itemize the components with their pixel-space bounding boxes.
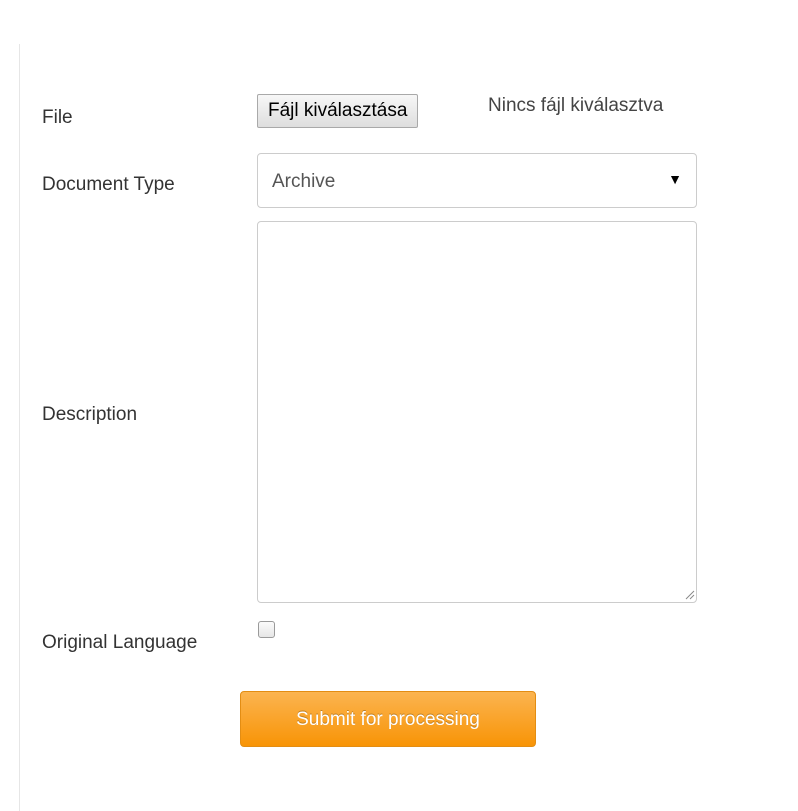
original-language-label: Original Language <box>42 632 198 653</box>
upload-form-page: File Fájl kiválasztása Nincs fájl kivála… <box>0 0 798 811</box>
choose-file-button[interactable]: Fájl kiválasztása <box>257 94 419 128</box>
description-textarea[interactable] <box>257 221 697 603</box>
content-divider <box>19 44 20 811</box>
submit-button[interactable]: Submit for processing <box>240 691 536 747</box>
dropdown-arrow-icon: ▼ <box>668 171 682 187</box>
file-status-text: Nincs fájl kiválasztva <box>488 95 664 116</box>
document-type-select[interactable]: Archive ▼ <box>257 153 697 208</box>
resize-grip-icon[interactable] <box>683 588 695 600</box>
original-language-checkbox[interactable] <box>258 621 275 638</box>
document-type-label: Document Type <box>42 174 175 195</box>
description-label: Description <box>42 404 138 425</box>
file-label: File <box>42 107 73 128</box>
document-type-selected-value: Archive <box>272 171 336 192</box>
